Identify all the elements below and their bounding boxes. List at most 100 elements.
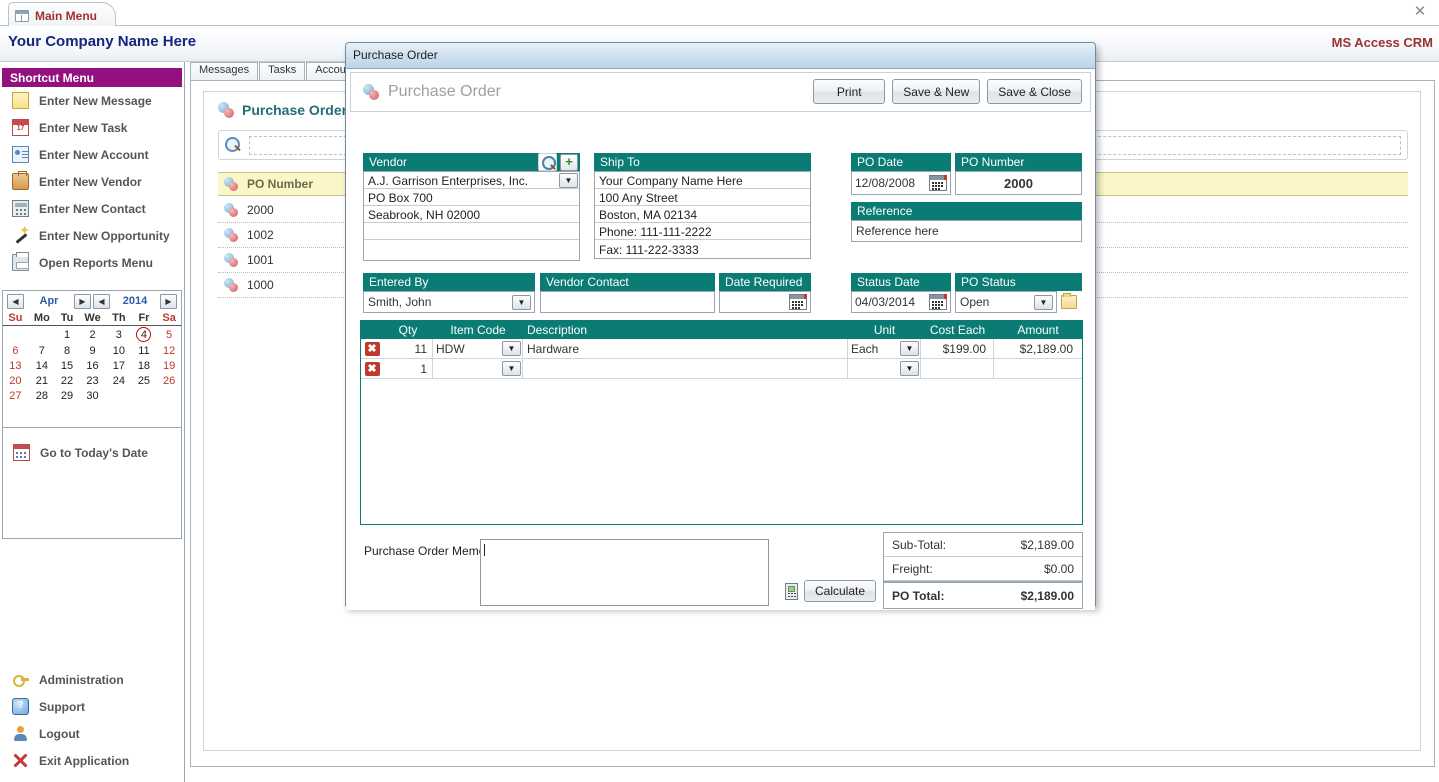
calendar-next-month-button[interactable]: ▶ [74,294,91,309]
vendor-add-icon[interactable]: + [560,154,578,171]
calendar-day[interactable]: 26 [157,373,181,388]
chevron-down-icon[interactable]: ▼ [512,295,531,310]
cell-description[interactable] [523,359,848,378]
calendar-day[interactable]: 25 [131,373,157,388]
calendar-day[interactable]: 17 [107,358,131,373]
chevron-down-icon[interactable]: ▼ [900,341,919,356]
line-item-row[interactable]: ✖ 1 ▼ ▼ [361,359,1082,379]
sidebar-item-enter-new-task[interactable]: Enter New Task [2,114,182,141]
sidebar-item-logout[interactable]: Logout [2,720,182,747]
calendar-day[interactable] [28,326,56,344]
chevron-down-icon[interactable]: ▼ [900,361,919,376]
calendar-day[interactable]: 30 [78,388,107,403]
chevron-down-icon[interactable]: ▼ [502,361,521,376]
calendar-day[interactable]: 24 [107,373,131,388]
vendor-name-row[interactable]: A.J. Garrison Enterprises, Inc. ▼ [364,172,579,189]
cell-item-code[interactable]: ▼ [433,359,523,378]
sidebar-item-administration[interactable]: Administration [2,666,182,693]
column-header-po-number[interactable]: PO Number [247,177,352,191]
cell-unit[interactable]: ▼ [848,359,921,378]
calendar-day[interactable]: 15 [56,358,78,373]
calendar-day[interactable]: 6 [3,343,28,358]
calendar-day[interactable]: 28 [28,388,56,403]
memo-input[interactable] [480,539,769,606]
calendar-day[interactable]: 21 [28,373,56,388]
calendar-picker-icon[interactable] [789,294,807,310]
cell-qty[interactable]: 11 [383,339,433,358]
po-number-value[interactable]: 2000 [955,171,1082,195]
cell-description[interactable]: Hardware [523,339,848,358]
calendar-day[interactable]: 16 [78,358,107,373]
calendar-day[interactable]: 7 [28,343,56,358]
reference-value[interactable]: Reference here [851,220,1082,242]
line-item-row[interactable]: ✖ 11 HDW ▼ Hardware Each ▼ $199.00 $2,18… [361,339,1082,359]
folder-icon[interactable] [1061,295,1077,309]
go-to-today-button[interactable]: Go to Today's Date [3,439,181,466]
calendar-day[interactable]: 22 [56,373,78,388]
sidebar-item-enter-new-contact[interactable]: Enter New Contact [2,195,182,222]
calendar-day[interactable]: 3 [107,326,131,344]
chevron-down-icon[interactable]: ▼ [559,173,578,188]
close-icon[interactable]: ✕ [1411,3,1429,21]
calendar-day[interactable] [131,388,157,403]
delete-line-item-button[interactable]: ✖ [361,339,383,358]
vendor-search-icon[interactable] [538,153,557,171]
sidebar-item-enter-new-account[interactable]: Enter New Account [2,141,182,168]
chevron-down-icon[interactable]: ▼ [1034,295,1053,310]
calendar-day[interactable]: 18 [131,358,157,373]
cell-qty[interactable]: 1 [383,359,433,378]
calendar-day[interactable]: 2 [78,326,107,344]
calendar-day[interactable]: 10 [107,343,131,358]
calendar-day[interactable]: 20 [3,373,28,388]
tab-tasks[interactable]: Tasks [259,62,305,80]
save-and-close-button[interactable]: Save & Close [987,79,1082,104]
calendar-day[interactable]: 19 [157,358,181,373]
calendar-day[interactable]: 29 [56,388,78,403]
date-required-field[interactable] [719,291,811,313]
cell-cost-each[interactable]: $199.00 [921,339,994,358]
sidebar-item-support[interactable]: Support [2,693,182,720]
calendar-day[interactable]: 12 [157,343,181,358]
calendar-day[interactable] [107,388,131,403]
sidebar-item-enter-new-message[interactable]: Enter New Message [2,87,182,114]
print-button[interactable]: Print [813,79,885,104]
calendar-day[interactable]: 23 [78,373,107,388]
column-header-unit[interactable]: Unit [848,323,921,337]
vendor-contact-value[interactable] [540,291,715,313]
column-header-cost-each[interactable]: Cost Each [921,323,994,337]
freight-row[interactable]: Freight: $0.00 [884,557,1082,581]
save-and-new-button[interactable]: Save & New [892,79,980,104]
calendar-day-selected[interactable]: 4 [131,326,157,344]
column-header-description[interactable]: Description [523,323,848,337]
calendar-day[interactable]: 5 [157,326,181,344]
tab-main-menu[interactable]: Main Menu [8,2,116,26]
sidebar-item-exit-application[interactable]: Exit Application [2,747,182,774]
po-status-field[interactable]: Open ▼ [955,291,1057,313]
column-header-qty[interactable]: Qty [383,323,433,337]
entered-by-field[interactable]: Smith, John ▼ [363,291,535,313]
calendar-picker-icon[interactable] [929,294,947,310]
calendar-day[interactable]: 13 [3,358,28,373]
sidebar-item-open-reports-menu[interactable]: Open Reports Menu [2,249,182,276]
calendar-day[interactable] [157,388,181,403]
calendar-prev-year-button[interactable]: ◀ [93,294,110,309]
calendar-picker-icon[interactable] [929,175,947,191]
calendar-day[interactable]: 14 [28,358,56,373]
calendar-prev-month-button[interactable]: ◀ [7,294,24,309]
calendar-day[interactable]: 11 [131,343,157,358]
column-header-amount[interactable]: Amount [994,323,1082,337]
delete-line-item-button[interactable]: ✖ [361,359,383,378]
calendar-day[interactable]: 27 [3,388,28,403]
calculate-button[interactable]: Calculate [804,580,876,602]
po-date-field[interactable]: 12/08/2008 [851,171,951,195]
cell-unit[interactable]: Each ▼ [848,339,921,358]
sidebar-item-enter-new-vendor[interactable]: Enter New Vendor [2,168,182,195]
calendar-day[interactable]: 1 [56,326,78,344]
cell-item-code[interactable]: HDW ▼ [433,339,523,358]
column-header-item-code[interactable]: Item Code [433,323,523,337]
status-date-field[interactable]: 04/03/2014 [851,291,951,313]
chevron-down-icon[interactable]: ▼ [502,341,521,356]
calendar-next-year-button[interactable]: ▶ [160,294,177,309]
sidebar-item-enter-new-opportunity[interactable]: Enter New Opportunity [2,222,182,249]
calendar-day[interactable]: 9 [78,343,107,358]
